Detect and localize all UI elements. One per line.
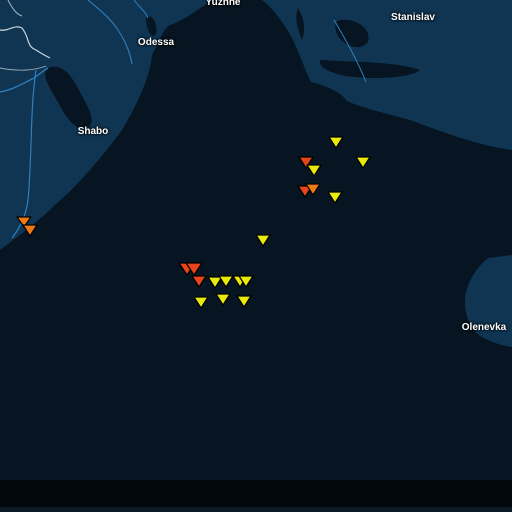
map-canvas <box>0 0 512 512</box>
place-label-shabo: Shabo <box>77 126 109 137</box>
place-label-odessa: Odessa <box>137 37 175 48</box>
place-label-yuzhne: Yuzhne <box>205 0 241 8</box>
map-view[interactable]: Yuzhne Odessa Stanislav Shabo Olenevka <box>0 0 512 512</box>
place-label-stanislav: Stanislav <box>391 12 435 23</box>
place-label-olenevka: Olenevka <box>461 322 507 333</box>
bottom-divider <box>0 507 512 512</box>
